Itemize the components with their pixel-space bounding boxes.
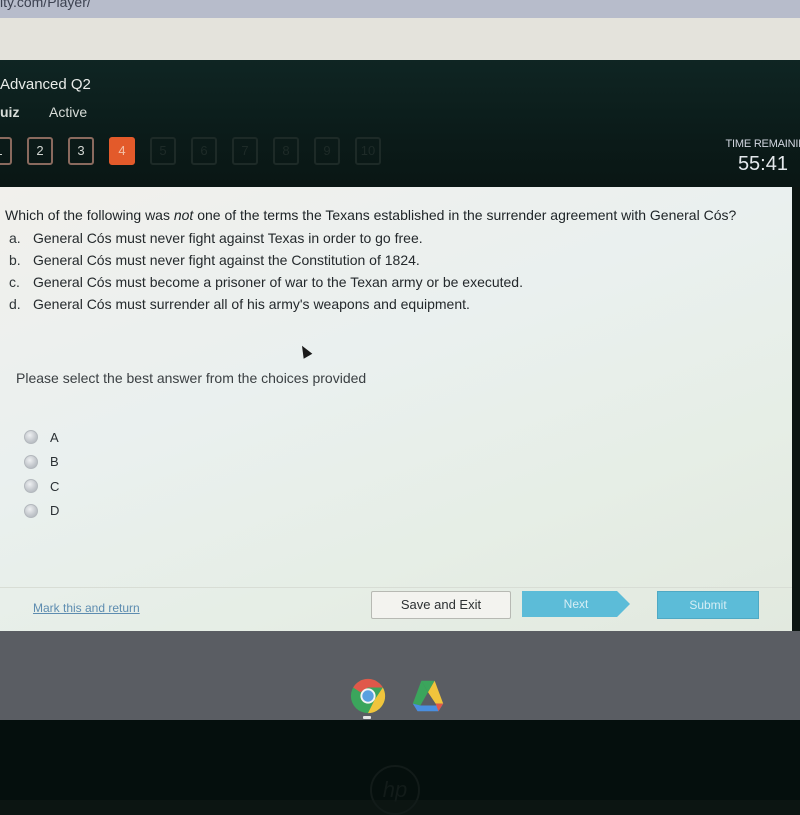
question-text-end: one of the terms the Texans established … bbox=[193, 207, 737, 223]
mouse-cursor-icon bbox=[297, 343, 313, 359]
question-tab-4-current[interactable]: 4 bbox=[109, 137, 135, 165]
option-letter: d. bbox=[9, 296, 21, 312]
radio-button[interactable] bbox=[24, 454, 38, 469]
option-text: General Cós must never fight against Tex… bbox=[33, 230, 423, 246]
option-text: General Cós must never fight against the… bbox=[33, 252, 420, 268]
option-text: General Cós must become a prisoner of wa… bbox=[33, 274, 523, 290]
question-tab-6: 6 bbox=[191, 137, 217, 165]
answer-choice-b[interactable]: B bbox=[24, 450, 59, 475]
option-text: General Cós must surrender all of his ar… bbox=[33, 296, 470, 312]
google-drive-icon[interactable] bbox=[409, 677, 447, 715]
quiz-status: Active bbox=[49, 104, 88, 120]
option-letter: c. bbox=[9, 274, 20, 290]
hp-logo-icon: hp bbox=[370, 765, 420, 815]
answer-choice-d[interactable]: D bbox=[24, 499, 59, 524]
quiz-type: uiz bbox=[0, 104, 20, 120]
mark-and-return-link[interactable]: Mark this and return bbox=[33, 601, 140, 615]
question-text: Which of the following was not one of th… bbox=[5, 207, 736, 223]
question-options: a. General Cós must never fight against … bbox=[9, 229, 523, 317]
quiz-header: Advanced Q2 uiz Active 1 2 3 4 5 6 7 8 9… bbox=[0, 60, 800, 187]
url-text: ity.com/Player/ bbox=[0, 0, 91, 10]
question-tab-8: 8 bbox=[273, 137, 299, 165]
option-letter: a. bbox=[9, 230, 21, 246]
question-tab-5: 5 bbox=[150, 137, 176, 165]
radio-button[interactable] bbox=[24, 503, 38, 518]
answer-choices: A B C D bbox=[24, 425, 59, 523]
footer-divider bbox=[0, 587, 792, 588]
question-option: b. General Cós must never fight against … bbox=[9, 251, 523, 273]
time-remaining-value: 55:41 bbox=[737, 153, 788, 175]
radio-button[interactable] bbox=[24, 430, 38, 445]
chrome-running-indicator bbox=[363, 716, 371, 719]
next-button[interactable]: Next bbox=[522, 591, 630, 617]
question-tab-7: 7 bbox=[232, 137, 258, 165]
question-tab-9: 9 bbox=[314, 137, 340, 165]
question-tab-3[interactable]: 3 bbox=[68, 137, 94, 165]
question-text-emphasis: not bbox=[173, 207, 194, 223]
laptop-bezel: hp bbox=[0, 720, 800, 815]
question-tabs: 1 2 3 4 5 6 7 8 9 10 bbox=[0, 137, 381, 165]
radio-label: C bbox=[50, 478, 60, 494]
radio-label: A bbox=[50, 429, 59, 445]
radio-button[interactable] bbox=[24, 479, 38, 494]
question-option: d. General Cós must surrender all of his… bbox=[9, 295, 523, 317]
radio-label: B bbox=[50, 454, 59, 470]
answer-instruction: Please select the best answer from the c… bbox=[16, 370, 367, 386]
time-remaining-label: TIME REMAININ bbox=[725, 138, 800, 150]
option-letter: b. bbox=[9, 252, 21, 268]
question-option: a. General Cós must never fight against … bbox=[9, 229, 523, 251]
radio-label: D bbox=[50, 503, 60, 519]
answer-choice-c[interactable]: C bbox=[24, 474, 59, 499]
page-top-strip bbox=[0, 18, 800, 60]
save-and-exit-button[interactable]: Save and Exit bbox=[371, 591, 511, 619]
submit-button[interactable]: Submit bbox=[657, 591, 759, 619]
chrome-icon[interactable] bbox=[349, 677, 387, 715]
question-tab-1[interactable]: 1 bbox=[0, 137, 12, 165]
question-tab-10: 10 bbox=[355, 137, 381, 165]
answer-choice-a[interactable]: A bbox=[24, 425, 59, 450]
browser-url-bar[interactable]: ity.com/Player/ bbox=[0, 0, 800, 18]
quiz-title: Advanced Q2 bbox=[0, 76, 91, 93]
os-shelf bbox=[0, 631, 800, 720]
question-option: c. General Cós must become a prisoner of… bbox=[9, 273, 523, 295]
question-text-start: Which of the following was bbox=[5, 207, 174, 223]
question-tab-2[interactable]: 2 bbox=[27, 137, 53, 165]
question-panel: Which of the following was not one of th… bbox=[0, 187, 792, 631]
